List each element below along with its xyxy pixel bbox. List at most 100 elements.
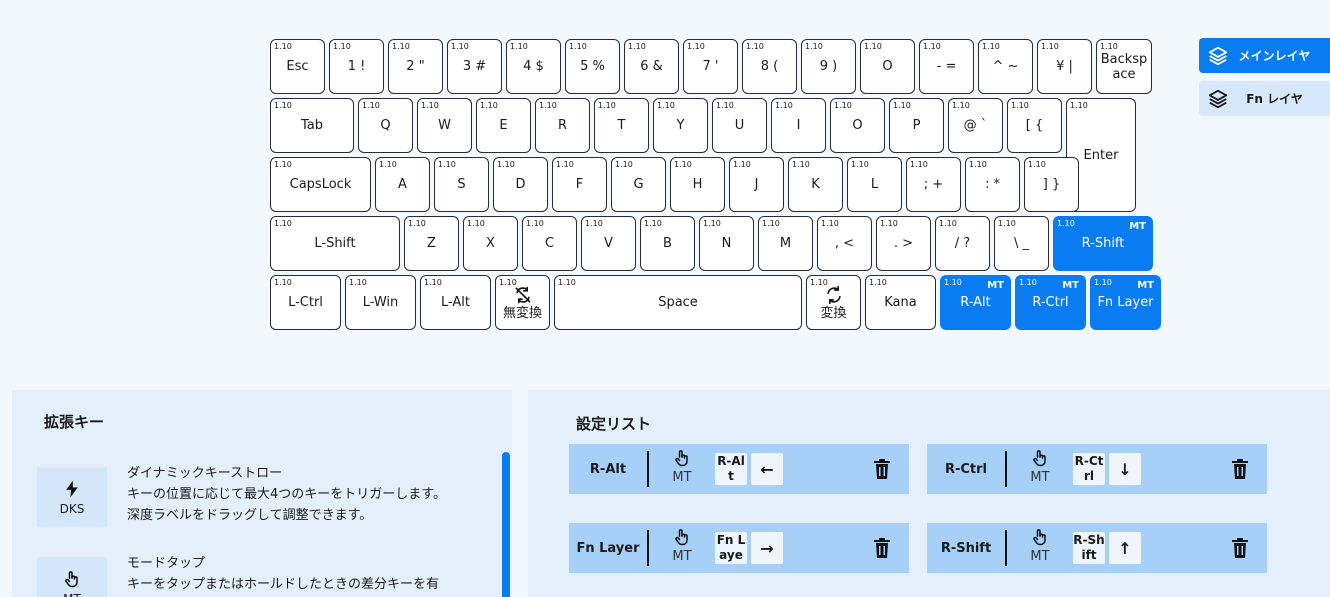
key-[interactable]: 1.10 / ?: [935, 216, 990, 271]
key-4[interactable]: 1.10 4 $: [506, 39, 561, 94]
key-i[interactable]: 1.10 I: [771, 98, 826, 153]
key-o[interactable]: 1.10 O: [830, 98, 885, 153]
tap-key[interactable]: R-Alt: [715, 453, 747, 485]
key-label: ] }: [1042, 177, 1061, 192]
key-label: ; +: [923, 177, 944, 192]
panel-title: 設定リスト: [576, 415, 652, 433]
key-7[interactable]: 1.10 7 ': [683, 39, 738, 94]
key-actuation-value: 1.10: [274, 219, 292, 228]
key-label: . >: [893, 236, 914, 251]
key-g[interactable]: 1.10 G: [611, 157, 666, 212]
key-[interactable]: 1.10 [ {: [1007, 98, 1062, 153]
key-[interactable]: 1.10 @ `: [948, 98, 1003, 153]
key-[interactable]: 1.10 - =: [919, 39, 974, 94]
fn-layer-button[interactable]: Fn レイヤ: [1199, 81, 1330, 116]
key-p[interactable]: 1.10 P: [889, 98, 944, 153]
key-3[interactable]: 1.10 3 #: [447, 39, 502, 94]
key-label: D: [515, 177, 526, 192]
trash-icon[interactable]: [1231, 459, 1249, 479]
key-[interactable]: 1.10 ^ ~: [978, 39, 1033, 94]
key-actuation-value: 1.10: [923, 42, 941, 51]
key-k[interactable]: 1.10 K: [788, 157, 843, 212]
key-[interactable]: 1.10 変換: [806, 275, 861, 330]
key-actuation-value: 1.10: [274, 278, 292, 287]
main-layer-button[interactable]: メインレイヤ: [1199, 38, 1330, 73]
key-b[interactable]: 1.10 B: [640, 216, 695, 271]
hold-key[interactable]: ↓: [1109, 453, 1141, 485]
tap-key[interactable]: Fn Laye: [715, 532, 747, 564]
key-[interactable]: 1.10] }: [1024, 157, 1079, 212]
key-l-shift[interactable]: 1.10 L-Shift: [270, 216, 400, 271]
hold-key[interactable]: →: [751, 532, 783, 564]
hold-key[interactable]: ↑: [1109, 532, 1141, 564]
key-t[interactable]: 1.10 T: [594, 98, 649, 153]
key-6[interactable]: 1.10 6 &: [624, 39, 679, 94]
trash-icon[interactable]: [1231, 538, 1249, 558]
key-actuation-value: 1.10: [274, 101, 292, 110]
ext-icon-box: DKS: [37, 467, 107, 527]
scrollbar[interactable]: [502, 452, 510, 597]
key-x[interactable]: 1.10 X: [463, 216, 518, 271]
key-label: H: [692, 177, 703, 192]
key-actuation-value: 1.10: [379, 160, 397, 169]
key-u[interactable]: 1.10 U: [712, 98, 767, 153]
key-actuation-value: 1.10: [1094, 278, 1112, 287]
key-space[interactable]: 1.10 Space: [554, 275, 802, 330]
key-s[interactable]: 1.10 S: [434, 157, 489, 212]
key-[interactable]: 1.10 無変換: [495, 275, 550, 330]
key-actuation-value: 1.10: [510, 42, 528, 51]
key-c[interactable]: 1.10 C: [522, 216, 577, 271]
key-[interactable]: 1.10 \ _: [994, 216, 1049, 271]
key-r-alt[interactable]: 1.10 MT R-Alt: [940, 275, 1011, 330]
key-[interactable]: 1.10 . >: [876, 216, 931, 271]
key-a[interactable]: 1.10 A: [375, 157, 430, 212]
key-backspace[interactable]: 1.10 Backspace: [1096, 39, 1152, 94]
key-h[interactable]: 1.10 H: [670, 157, 725, 212]
key-1[interactable]: 1.10 1 !: [329, 39, 384, 94]
key-j[interactable]: 1.10 J: [729, 157, 784, 212]
key-o[interactable]: 1.10 O: [860, 39, 915, 94]
tap-key[interactable]: R-Ctrl: [1073, 453, 1105, 485]
key-2[interactable]: 1.10 2 ": [388, 39, 443, 94]
key-r-ctrl[interactable]: 1.10 MT R-Ctrl: [1015, 275, 1086, 330]
key-[interactable]: 1.10 ; +: [906, 157, 961, 212]
settings-row: R-Shift MT R-Shift ↑: [927, 523, 1267, 573]
key-z[interactable]: 1.10 Z: [404, 216, 459, 271]
tap-key[interactable]: R-Shift: [1073, 532, 1105, 564]
trash-icon[interactable]: [873, 538, 891, 558]
panel-title: 拡張キー: [44, 413, 105, 431]
trash-icon[interactable]: [873, 459, 891, 479]
key-e[interactable]: 1.10 E: [476, 98, 531, 153]
key-esc[interactable]: 1.10 Esc: [270, 39, 325, 94]
key-[interactable]: 1.10 , <: [817, 216, 872, 271]
key-tab[interactable]: 1.10 Tab: [270, 98, 354, 153]
key-f[interactable]: 1.10 F: [552, 157, 607, 212]
key-[interactable]: 1.10: *: [965, 157, 1020, 212]
key-l-alt[interactable]: 1.10 L-Alt: [420, 275, 491, 330]
key-label: X: [486, 236, 495, 251]
key-9[interactable]: 1.10 9 ): [801, 39, 856, 94]
ext-short: MT: [63, 592, 81, 597]
key-l-ctrl[interactable]: 1.10 L-Ctrl: [270, 275, 341, 330]
key-l-win[interactable]: 1.10 L-Win: [345, 275, 416, 330]
key-kana[interactable]: 1.10 Kana: [865, 275, 936, 330]
key-v[interactable]: 1.10 V: [581, 216, 636, 271]
key-capslock[interactable]: 1.10 CapsLock: [270, 157, 371, 212]
key-w[interactable]: 1.10 W: [417, 98, 472, 153]
key-5[interactable]: 1.10 5 %: [565, 39, 620, 94]
setting-type-label: MT: [672, 470, 692, 485]
key-actuation-value: 1.10: [598, 101, 616, 110]
key-8[interactable]: 1.10 8 (: [742, 39, 797, 94]
key-[interactable]: 1.10 ¥ |: [1037, 39, 1092, 94]
key-q[interactable]: 1.10 Q: [358, 98, 413, 153]
key-m[interactable]: 1.10 M: [758, 216, 813, 271]
key-y[interactable]: 1.10 Y: [653, 98, 708, 153]
key-label: R-Ctrl: [1032, 295, 1069, 310]
hold-key[interactable]: ←: [751, 453, 783, 485]
key-n[interactable]: 1.10 N: [699, 216, 754, 271]
key-d[interactable]: 1.10 D: [493, 157, 548, 212]
key-fn-layer[interactable]: 1.10 MT Fn Layer: [1090, 275, 1161, 330]
key-r-shift[interactable]: 1.10 MT R-Shift: [1053, 216, 1153, 271]
key-l[interactable]: 1.10 L: [847, 157, 902, 212]
key-r[interactable]: 1.10 R: [535, 98, 590, 153]
